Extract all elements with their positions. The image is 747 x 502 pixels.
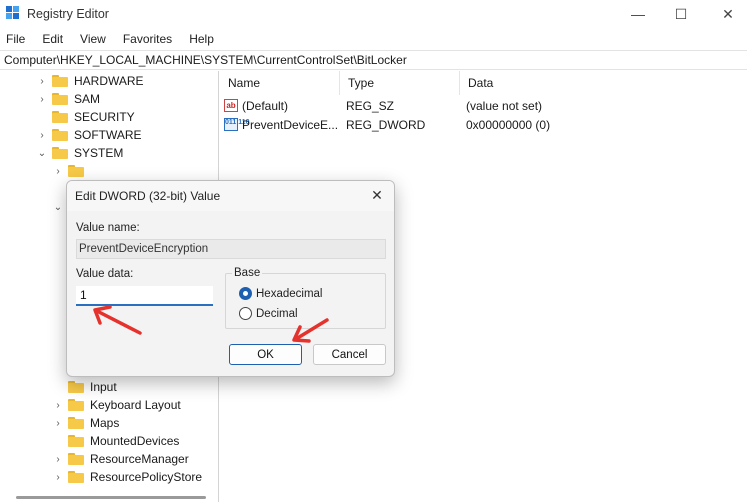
dialog-title-bar: Edit DWORD (32-bit) Value ✕ [67,181,394,211]
address-bar[interactable]: Computer\HKEY_LOCAL_MACHINE\SYSTEM\Curre… [0,50,747,70]
radio-hexadecimal[interactable]: Hexadecimal [239,287,322,300]
close-window-button[interactable]: ✕ [705,0,747,28]
window-title: Registry Editor [27,7,109,21]
value-name: (Default) [242,98,289,113]
title-bar: Registry Editor — ☐ ✕ [0,0,747,28]
tree-item-label: SOFTWARE [74,128,142,142]
radio-selected-icon[interactable] [239,287,252,300]
value-data: 0x00000000 (0) [466,117,551,132]
tree-item-partial[interactable]: › [52,162,90,180]
radio-decimal[interactable]: Decimal [239,307,298,320]
folder-icon [68,381,84,393]
tree-item-software[interactable]: › SOFTWARE [36,126,142,144]
value-data: (value not set) [466,98,543,113]
value-row-default[interactable]: ab (Default) REG_SZ (value not set) [220,96,747,115]
value-row-prevent-device-encryption[interactable]: 011 110 PreventDeviceE... REG_DWORD 0x00… [220,115,747,134]
value-data-input[interactable] [76,286,213,306]
folder-icon [52,75,68,87]
string-value-icon: ab [224,99,238,112]
radio-label: Hexadecimal [256,287,323,300]
tree-item-label: Keyboard Layout [90,398,181,412]
registry-editor-icon [6,6,19,19]
menu-favorites[interactable]: Favorites [117,32,178,46]
tree-item-keyboard-layout[interactable]: › Keyboard Layout [52,396,181,414]
list-header: Name Type Data [220,71,747,95]
expand-chevron-icon[interactable]: › [52,418,64,429]
folder-icon [52,129,68,141]
tree-item-resource-policy-store[interactable]: › ResourcePolicyStore [52,468,202,486]
tree-item-label: HARDWARE [74,74,144,88]
dialog-close-button[interactable]: ✕ [369,187,385,203]
value-data-label: Value data: [76,268,134,280]
base-label: Base [232,267,263,279]
tree-item-resource-manager[interactable]: › ResourceManager [52,450,189,468]
expand-chevron-icon[interactable]: › [52,454,64,465]
menu-edit[interactable]: Edit [36,32,69,46]
tree-item-label: ResourceManager [90,452,189,466]
collapse-chevron-icon[interactable]: ⌄ [52,202,64,213]
expand-chevron-icon[interactable]: › [52,166,64,177]
tree-item-label: Maps [90,416,120,430]
menu-bar: File Edit View Favorites Help [0,29,747,49]
folder-icon [52,147,68,159]
tree-item-maps[interactable]: › Maps [52,414,119,432]
base-group [225,273,386,329]
value-type: REG_SZ [346,98,395,113]
tree-item-security[interactable]: SECURITY [36,108,135,126]
value-name-label: Value name: [76,222,140,234]
tree-item-hardware[interactable]: › HARDWARE [36,72,144,90]
cancel-button[interactable]: Cancel [313,344,386,365]
folder-icon [52,93,68,105]
minimize-button[interactable]: — [615,0,661,28]
expand-chevron-icon[interactable]: › [36,76,48,87]
tree-horizontal-scrollbar[interactable] [16,496,206,499]
binary-value-icon: 011 110 [224,118,250,131]
expand-chevron-icon[interactable]: › [52,400,64,411]
tree-item-label: MountedDevices [90,434,180,448]
tree-item-label: SYSTEM [74,146,124,160]
edit-dword-dialog: Edit DWORD (32-bit) Value ✕ Value name: … [66,180,395,377]
dialog-title: Edit DWORD (32-bit) Value [75,189,221,203]
folder-icon [68,471,84,483]
radio-label: Decimal [256,307,298,320]
menu-help[interactable]: Help [183,32,220,46]
folder-icon [68,399,84,411]
value-type: REG_DWORD [346,117,426,132]
radio-unselected-icon[interactable] [239,307,252,320]
tree-item-label: SECURITY [74,110,135,124]
tree-item-input[interactable]: Input [52,378,117,396]
menu-file[interactable]: File [0,32,31,46]
column-header-type[interactable]: Type [340,71,460,95]
tree-item-label: Input [90,380,117,394]
tree-item-label: SAM [74,92,101,106]
collapse-chevron-icon[interactable]: ⌄ [36,148,48,159]
column-header-name[interactable]: Name [220,71,340,95]
expand-chevron-icon[interactable]: › [36,130,48,141]
menu-view[interactable]: View [74,32,112,46]
folder-icon [52,111,68,123]
value-name-field: PreventDeviceEncryption [76,239,386,259]
tree-item-label: ResourcePolicyStore [90,470,203,484]
value-name: PreventDeviceE... [242,117,339,132]
column-header-data[interactable]: Data [460,71,747,95]
tree-item-mounted-devices[interactable]: MountedDevices [52,432,179,450]
expand-chevron-icon[interactable]: › [52,472,64,483]
tree-item-system[interactable]: ⌄ SYSTEM [36,144,124,162]
expand-chevron-icon[interactable]: › [36,94,48,105]
tree-item-sam[interactable]: › SAM [36,90,100,108]
folder-icon [68,435,84,447]
folder-icon [68,453,84,465]
maximize-button[interactable]: ☐ [658,0,704,28]
folder-icon [68,165,84,177]
ok-button[interactable]: OK [229,344,302,365]
folder-icon [68,417,84,429]
